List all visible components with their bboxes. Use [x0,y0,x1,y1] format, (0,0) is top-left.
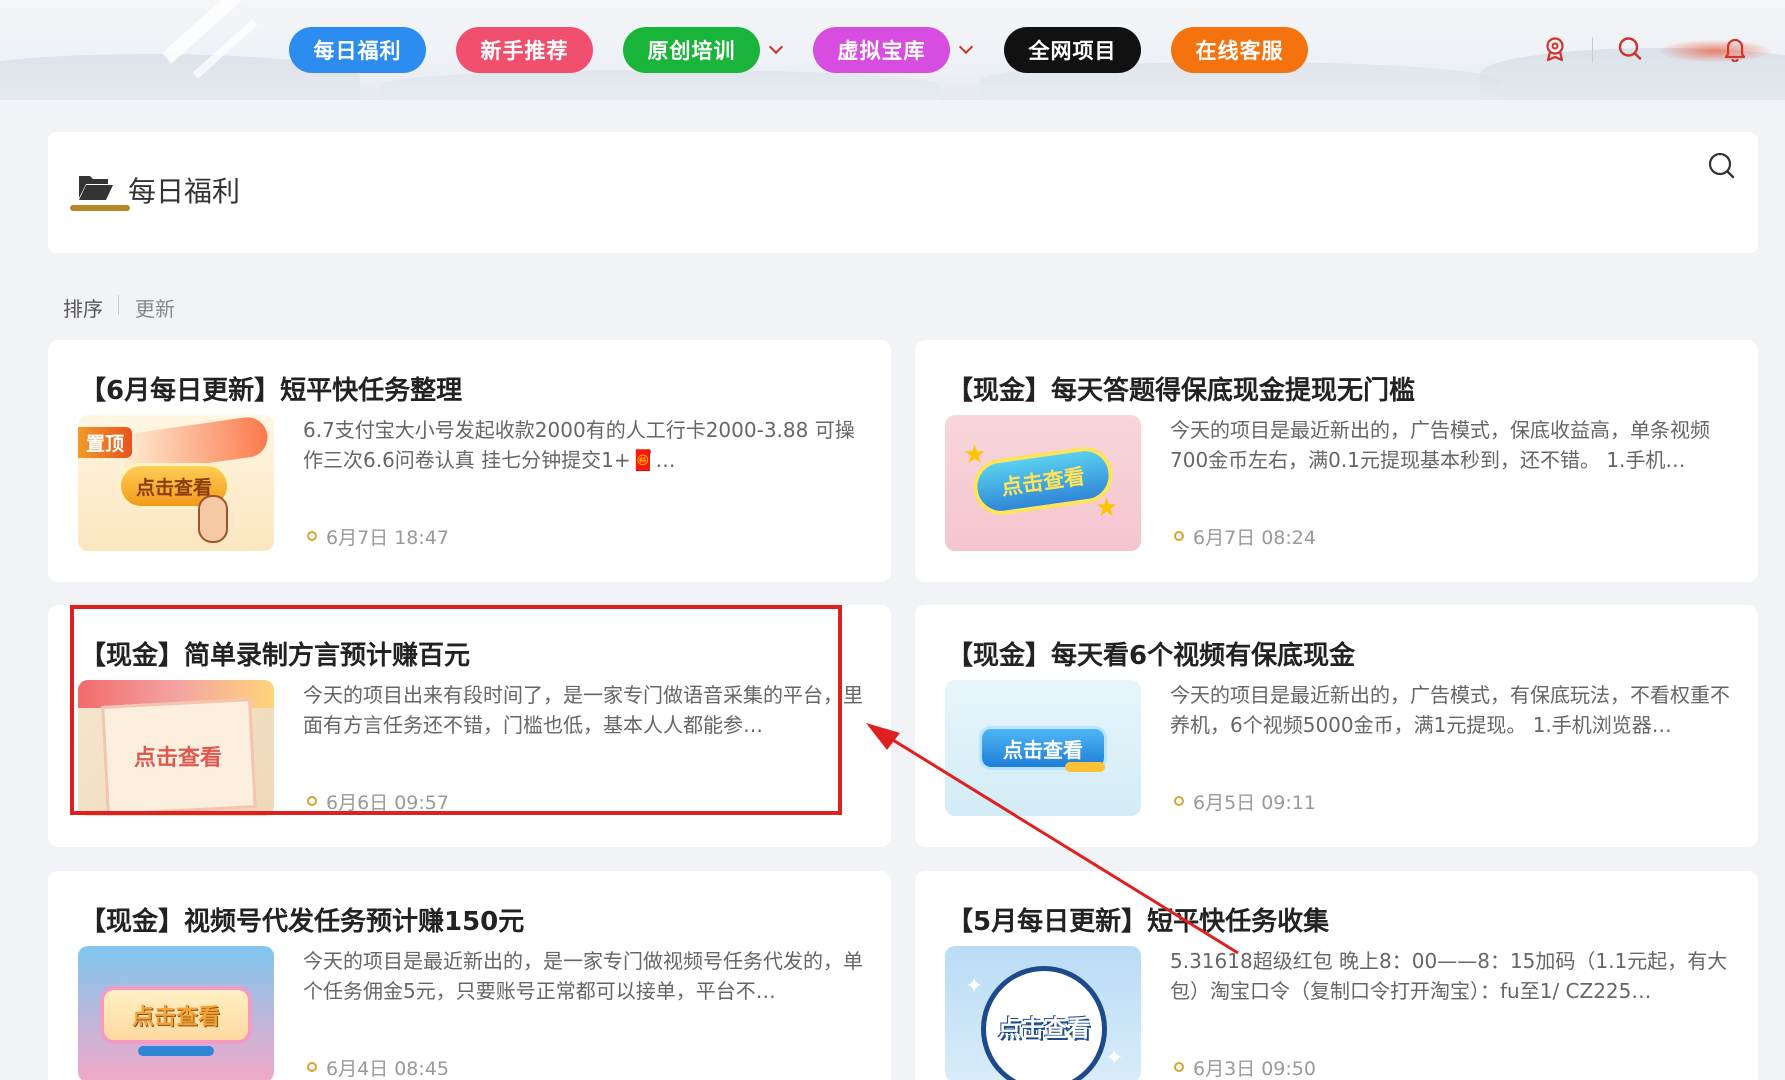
post-title[interactable]: 【现金】视频号代发任务预计赚150元 [80,901,524,938]
post-thumbnail[interactable]: 置顶 点击查看 [78,415,274,551]
background-mountain [380,70,940,100]
post-thumbnail[interactable]: 点击查看 [945,680,1141,816]
search-icon[interactable] [1618,36,1642,66]
post-card[interactable]: 【5月每日更新】短平快任务收集 点击查看 ✦ ✦ 5.31618超级红包 晚上8… [915,871,1758,1080]
sparkle-icon: ✦ [1105,1046,1124,1071]
click-to-view-graphic: 点击查看 [100,986,252,1044]
post-card[interactable]: 【现金】视频号代发任务预计赚150元 点击查看 今天的项目是最近新出的，是一家专… [48,871,891,1080]
annotation-highlight-box [70,605,842,815]
page-title: 每日福利 [128,175,241,208]
post-date: 6月7日 08:24 [1193,527,1316,549]
post-card[interactable]: 【现金】每天看6个视频有保底现金 点击查看 今天的项目是最近新出的，广告模式，有… [915,605,1758,847]
post-card[interactable]: 【现金】每天答题得保底现金提现无门槛 点击查看 ★ ★ 今天的项目是最近新出的，… [915,340,1758,582]
arrow-graphic [138,1046,214,1056]
post-thumbnail[interactable]: 点击查看 [78,946,274,1080]
nav-all-projects[interactable]: 全网项目 [1004,27,1141,73]
post-thumbnail[interactable]: 点击查看 ✦ ✦ [945,946,1141,1080]
post-excerpt: 今天的项目是最近新出的，广告模式，保底收益高，单条视频700金币左右，满0.1元… [1170,418,1710,472]
sort-label: 排序 [63,297,103,321]
post-excerpt: 6.7支付宝大小号发起收款2000有的人工行卡2000-3.88 可操作三次6.… [303,418,855,472]
post-card[interactable]: 【6月每日更新】短平快任务整理 置顶 点击查看 6.7支付宝大小号发起收款200… [48,340,891,582]
post-date: 6月5日 09:11 [1193,792,1316,814]
date-dot-icon [1174,1062,1184,1072]
search-icon[interactable] [1708,152,1736,184]
title-underline [70,205,130,211]
badge-icon[interactable] [1544,36,1566,66]
nav-newbie-recommend[interactable]: 新手推荐 [456,27,593,73]
click-to-view-graphic: 点击查看 [998,1016,1090,1042]
category-header-card [48,132,1758,253]
arrow-graphic [1065,762,1105,772]
post-excerpt: 今天的项目是最近新出的，是一家专门做视频号任务代发的，单个任务佣金5元，只要账号… [303,949,863,1003]
bell-icon[interactable] [1723,36,1747,66]
nav-online-service[interactable]: 在线客服 [1171,27,1308,73]
sort-option-update[interactable]: 更新 [135,293,175,322]
nav-virtual-library[interactable]: 虚拟宝库 [813,27,950,73]
pointing-hand-icon [198,495,228,543]
star-icon: ★ [963,440,987,470]
sparkle-icon: ✦ [965,974,984,999]
nav-original-training[interactable]: 原创培训 [623,27,760,73]
star-icon: ★ [1095,493,1119,523]
nav-daily-welfare[interactable]: 每日福利 [289,27,426,73]
post-date: 6月4日 08:45 [326,1058,449,1080]
post-title[interactable]: 【现金】每天答题得保底现金提现无门槛 [947,370,1415,407]
date-dot-icon [307,1062,317,1072]
background-sun [1660,40,1770,62]
date-dot-icon [1174,796,1184,806]
folder-open-icon [78,173,114,205]
pin-badge: 置顶 [78,427,133,458]
sort-divider [118,295,119,315]
post-excerpt: 5.31618超级红包 晚上8：00——8：15加码（1.1元起，有大包）淘宝口… [1170,949,1728,1003]
post-date: 6月3日 09:50 [1193,1058,1316,1080]
post-date: 6月7日 18:47 [326,527,449,549]
post-excerpt: 今天的项目是最近新出的，广告模式，有保底玩法，不看权重不养机，6个视频5000金… [1170,683,1730,737]
post-title[interactable]: 【5月每日更新】短平快任务收集 [947,901,1329,938]
post-title[interactable]: 【6月每日更新】短平快任务整理 [80,370,462,407]
date-dot-icon [1174,531,1184,541]
toolbar-divider [1592,37,1593,63]
date-dot-icon [307,531,317,541]
post-thumbnail[interactable]: 点击查看 ★ ★ [945,415,1141,551]
post-title[interactable]: 【现金】每天看6个视频有保底现金 [947,635,1355,672]
